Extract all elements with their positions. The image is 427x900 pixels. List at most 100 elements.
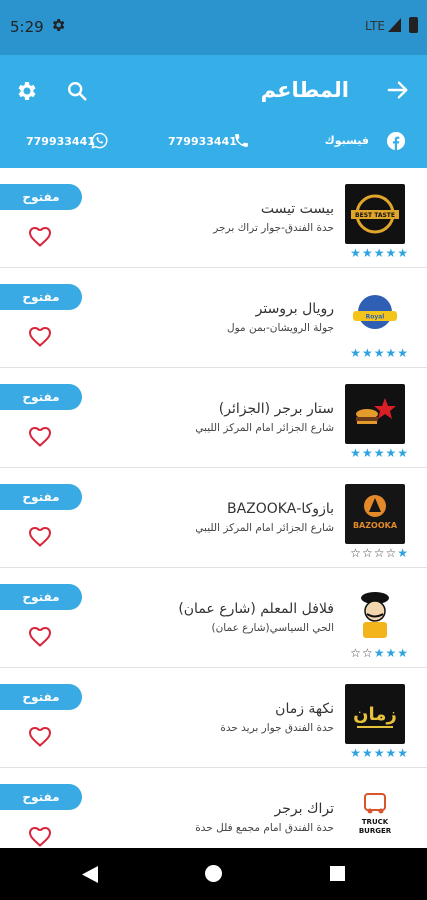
open-status-badge: مفتوح (0, 584, 82, 610)
rating-stars: ★ ★ ★ ☆ ☆ (350, 647, 408, 659)
star-filled-icon: ★ (361, 346, 373, 360)
whatsapp-number[interactable]: 779933441 (26, 135, 95, 148)
restaurant-logo: BEST TASTE (345, 184, 405, 244)
search-icon[interactable] (66, 80, 88, 102)
restaurant-address: الحي السياسي(شارع عمان) (211, 622, 335, 634)
restaurant-name: نكهة زمان (275, 701, 334, 717)
open-status-badge: مفتوح (0, 784, 82, 810)
open-status-badge: مفتوح (0, 184, 82, 210)
favorite-heart-icon[interactable] (28, 825, 52, 847)
star-empty-icon: ☆ (361, 546, 373, 560)
star-filled-icon: ★ (350, 246, 361, 260)
svg-text:زمان: زمان (353, 704, 397, 725)
restaurant-row[interactable]: مفتوح Royal رويال بروستر جولة الرويشان-ب… (0, 268, 427, 368)
rating-stars: ★ ★ ★ ★ ★ (350, 447, 408, 459)
restaurant-address: شارع الجزائر امام المركز الليبي (195, 522, 334, 534)
star-filled-icon: ★ (373, 246, 385, 260)
star-filled-icon: ★ (373, 346, 385, 360)
star-filled-icon: ★ (361, 246, 373, 260)
star-empty-icon: ☆ (350, 546, 361, 560)
star-empty-icon: ☆ (361, 646, 373, 660)
restaurant-row[interactable]: مفتوح BAZOOKA بازوكا-BAZOOKA شارع الجزائ… (0, 468, 427, 568)
star-filled-icon: ★ (373, 446, 385, 460)
favorite-heart-icon[interactable] (28, 725, 52, 747)
star-filled-icon: ★ (397, 446, 408, 460)
star-filled-icon: ★ (385, 646, 397, 660)
rating-stars: ★ ★ ★ ★ ★ (350, 347, 408, 359)
restaurant-name: تراك برجر (274, 801, 335, 817)
page-title: المطاعم (260, 78, 349, 102)
restaurant-logo: TRUCK BURGER (345, 784, 405, 844)
restaurant-row[interactable]: مفتوح فلافل المعلم (شارع عمان) الحي السي… (0, 568, 427, 668)
open-status-badge: مفتوح (0, 384, 82, 410)
svg-text:Royal: Royal (366, 314, 385, 321)
star-filled-icon: ★ (361, 446, 373, 460)
star-filled-icon: ★ (397, 546, 408, 560)
restaurant-row[interactable]: مفتوح ستار برجر (الجزائر) شارع الجزائر ا… (0, 368, 427, 468)
facebook-icon[interactable] (387, 132, 405, 150)
restaurant-address: شارع الجزائر امام المركز الليبي (195, 422, 334, 434)
battery-icon (409, 17, 418, 33)
rating-stars: ★ ☆ ☆ ☆ ☆ (350, 547, 408, 559)
open-status-badge: مفتوح (0, 484, 82, 510)
restaurant-logo: BAZOOKA (345, 484, 405, 544)
open-status-badge: مفتوح (0, 284, 82, 310)
restaurant-logo (345, 584, 405, 644)
star-filled-icon: ★ (350, 746, 361, 760)
star-filled-icon: ★ (350, 446, 361, 460)
gear-icon (53, 19, 65, 31)
restaurant-row[interactable]: مفتوح زمان نكهة زمان حدة الفندق جوار بري… (0, 668, 427, 768)
navigation-bar (0, 848, 427, 900)
restaurant-address: حدة الفندق-جوار تراك برجر (213, 222, 334, 234)
star-filled-icon: ★ (361, 746, 373, 760)
svg-text:BURGER: BURGER (359, 827, 392, 835)
favorite-heart-icon[interactable] (28, 325, 52, 347)
network-type: LTE (365, 19, 385, 33)
rating-stars: ★ ★ ★ ★ ★ (350, 247, 408, 259)
restaurant-address: حدة الفندق امام مجمع فلل حدة (195, 822, 334, 834)
favorite-heart-icon[interactable] (28, 225, 52, 247)
status-time: 5:29 (10, 18, 44, 36)
restaurant-logo (345, 384, 405, 444)
star-filled-icon: ★ (397, 346, 408, 360)
app-bar: المطاعم فيسبوك 779933441 779933441 (0, 55, 427, 168)
svg-text:BEST TASTE: BEST TASTE (355, 212, 395, 219)
star-filled-icon: ★ (397, 646, 408, 660)
favorite-heart-icon[interactable] (28, 625, 52, 647)
star-filled-icon: ★ (397, 746, 408, 760)
star-empty-icon: ☆ (350, 646, 361, 660)
star-filled-icon: ★ (385, 246, 397, 260)
restaurant-logo: زمان (345, 684, 405, 744)
open-status-badge: مفتوح (0, 684, 82, 710)
star-filled-icon: ★ (385, 446, 397, 460)
nav-back-icon[interactable] (82, 866, 98, 883)
restaurant-name: رويال بروستر (255, 301, 334, 317)
signal-icon (388, 18, 401, 32)
favorite-heart-icon[interactable] (28, 525, 52, 547)
rating-stars: ★ ★ ★ ★ ★ (350, 747, 408, 759)
svg-text:TRUCK: TRUCK (362, 818, 389, 826)
facebook-link[interactable]: فيسبوك (325, 134, 369, 147)
star-empty-icon: ☆ (385, 546, 397, 560)
star-filled-icon: ★ (350, 346, 361, 360)
restaurant-row[interactable]: مفتوح BEST TASTE بيست تيست حدة الفندق-جو… (0, 168, 427, 268)
svg-text:BAZOOKA: BAZOOKA (353, 521, 398, 530)
restaurant-address: جولة الرويشان-بمن مول (226, 322, 334, 334)
star-empty-icon: ☆ (373, 546, 385, 560)
phone-number[interactable]: 779933441 (168, 135, 237, 148)
restaurant-name: بازوكا-BAZOOKA (227, 501, 334, 517)
nav-home-icon[interactable] (205, 865, 222, 882)
restaurant-name: فلافل المعلم (شارع عمان) (178, 601, 334, 617)
restaurant-name: بيست تيست (260, 201, 334, 217)
favorite-heart-icon[interactable] (28, 425, 52, 447)
star-filled-icon: ★ (385, 746, 397, 760)
restaurant-list: مفتوح BEST TASTE بيست تيست حدة الفندق-جو… (0, 168, 427, 868)
star-filled-icon: ★ (397, 246, 408, 260)
back-arrow-icon[interactable] (387, 79, 409, 101)
restaurant-address: حدة الفندق جوار بريد حدة (220, 722, 334, 734)
nav-recent-icon[interactable] (330, 866, 345, 881)
settings-icon[interactable] (14, 79, 38, 103)
star-filled-icon: ★ (385, 346, 397, 360)
restaurant-logo: Royal (345, 284, 405, 344)
restaurant-name: ستار برجر (الجزائر) (218, 401, 334, 417)
